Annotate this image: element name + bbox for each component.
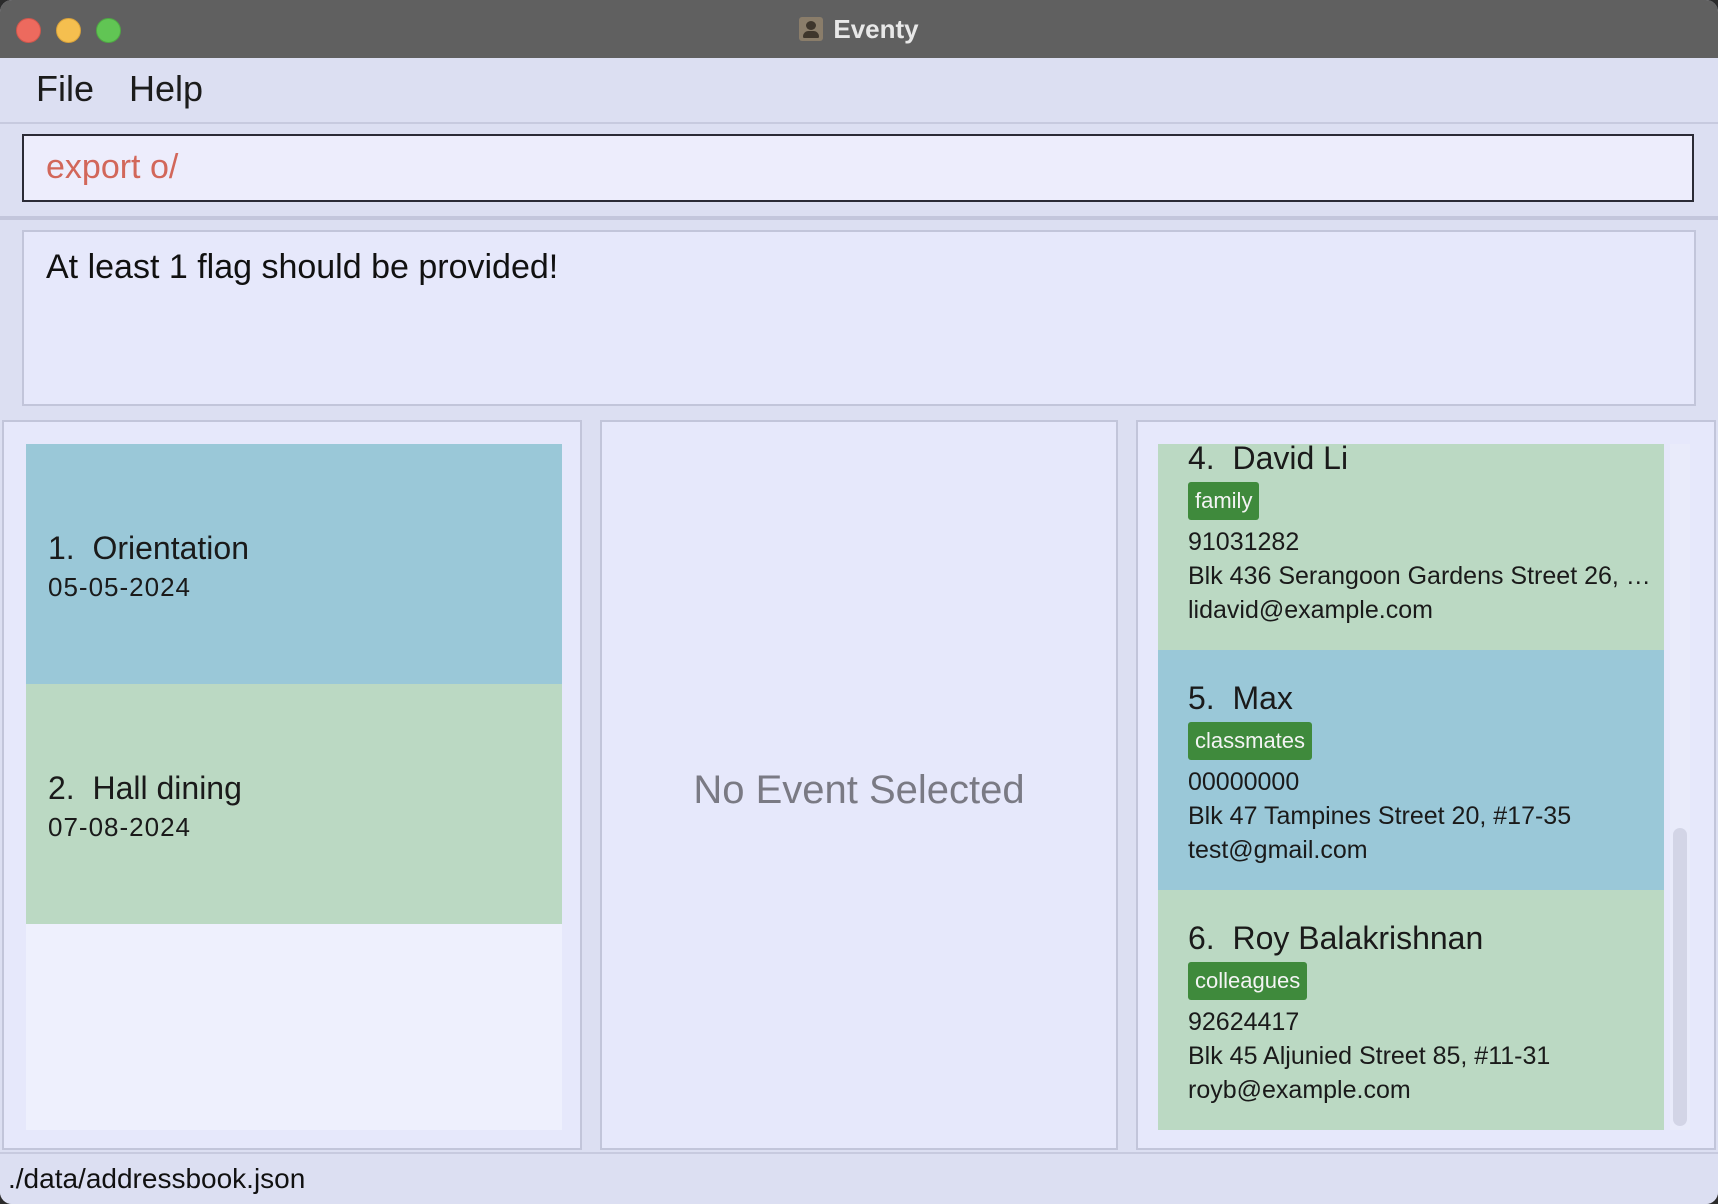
person-email: royb@example.com — [1188, 1076, 1411, 1104]
person-name: 5. Max — [1188, 680, 1293, 716]
result-display: At least 1 flag should be provided! — [22, 230, 1696, 406]
event-list-panel: 1. Orientation 05-05-2024 2. Hall dining… — [2, 420, 582, 1150]
command-area: export o/ — [0, 124, 1718, 220]
status-bar: ./data/addressbook.json — [0, 1152, 1718, 1204]
scrollbar-thumb[interactable] — [1673, 828, 1687, 1126]
menu-file[interactable]: File — [34, 68, 96, 110]
window-title-group: Eventy — [0, 0, 1718, 58]
menu-bar: File Help — [0, 58, 1718, 124]
person-list-scrollbar[interactable] — [1670, 444, 1690, 1130]
person-name: 4. David Li — [1188, 444, 1349, 476]
event-date: 05-05-2024 — [48, 572, 191, 602]
event-list[interactable]: 1. Orientation 05-05-2024 2. Hall dining… — [26, 444, 562, 1130]
person-email: test@gmail.com — [1188, 836, 1368, 864]
event-card[interactable]: 1. Orientation 05-05-2024 — [26, 444, 562, 684]
person-tag: colleagues — [1188, 962, 1308, 1000]
person-tag: classmates — [1188, 722, 1313, 760]
person-address: Blk 47 Tampines Street 20, #17-35 — [1188, 802, 1572, 830]
event-card[interactable]: 2. Hall dining 07-08-2024 — [26, 684, 562, 924]
person-card[interactable]: 4. David Li family 91031282 Blk 436 Sera… — [1158, 444, 1664, 650]
command-input[interactable]: export o/ — [22, 134, 1694, 202]
person-tag: family — [1188, 482, 1260, 520]
person-phone: 91031282 — [1188, 528, 1300, 556]
window-title: Eventy — [833, 13, 919, 44]
save-file-path: ./data/addressbook.json — [8, 1163, 306, 1194]
event-name: 1. Orientation — [48, 530, 249, 566]
no-event-selected-text: No Event Selected — [693, 768, 1025, 812]
result-message: At least 1 flag should be provided! — [46, 248, 559, 286]
menu-help[interactable]: Help — [127, 68, 205, 110]
person-phone: 00000000 — [1188, 768, 1300, 796]
command-input-text: export o/ — [46, 148, 179, 186]
person-email: lidavid@example.com — [1188, 596, 1433, 624]
result-area: At least 1 flag should be provided! — [0, 220, 1718, 416]
event-name: 2. Hall dining — [48, 770, 242, 806]
person-address: Blk 436 Serangoon Gardens Street 26, #..… — [1188, 562, 1652, 590]
person-card[interactable]: 6. Roy Balakrishnan colleagues 92624417 … — [1158, 890, 1664, 1130]
app-window: Eventy File Help export o/ At least 1 fl… — [0, 0, 1718, 1204]
person-list[interactable]: 4. David Li family 91031282 Blk 436 Sera… — [1158, 444, 1664, 1130]
person-list-panel: 4. David Li family 91031282 Blk 436 Sera… — [1136, 420, 1716, 1150]
person-address: Blk 45 Aljunied Street 85, #11-31 — [1188, 1042, 1551, 1070]
person-phone: 92624417 — [1188, 1008, 1300, 1036]
title-bar: Eventy — [0, 0, 1718, 59]
person-name: 6. Roy Balakrishnan — [1188, 920, 1484, 956]
app-contact-icon — [799, 17, 824, 41]
event-detail-panel: No Event Selected — [600, 420, 1118, 1150]
event-date: 07-08-2024 — [48, 812, 191, 842]
person-card[interactable]: 5. Max classmates 00000000 Blk 47 Tampin… — [1158, 650, 1664, 890]
